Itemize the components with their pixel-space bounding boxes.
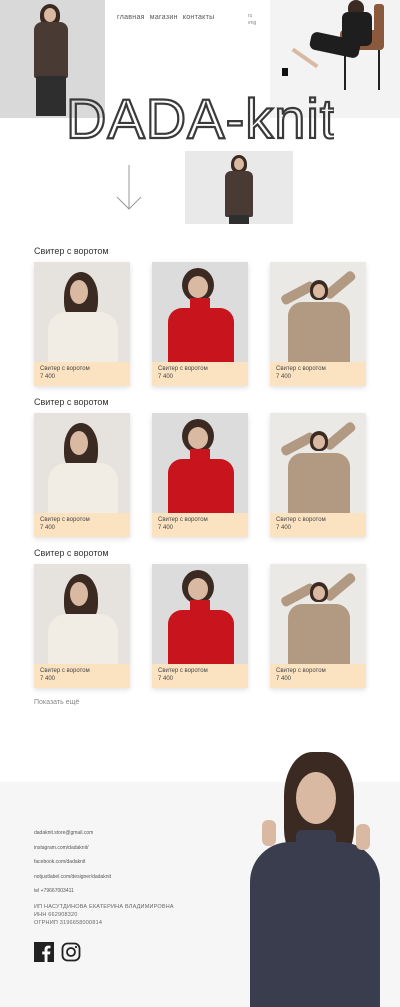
section-title: Свитер с воротом: [34, 246, 109, 256]
section-title: Свитер с воротом: [34, 397, 109, 407]
product-info: Свитер с воротом 7 400: [152, 664, 248, 688]
legal-ogrnip: ОГРНИП 3196658000814: [34, 920, 103, 926]
product-info: Свитер с воротом 7 400: [34, 513, 130, 537]
product-price: 7 400: [40, 525, 56, 531]
section-title: Свитер с воротом: [34, 548, 109, 558]
product-name: Свитер с воротом: [40, 668, 90, 674]
product-card[interactable]: Свитер с воротом 7 400: [270, 262, 366, 386]
product-card[interactable]: Свитер с воротом 7 400: [270, 413, 366, 537]
product-photo: [270, 262, 366, 362]
product-card[interactable]: Свитер с воротом 7 400: [34, 262, 130, 386]
product-photo: [152, 413, 248, 513]
product-photo: [270, 413, 366, 513]
product-info: Свитер с воротом 7 400: [152, 513, 248, 537]
legal-inn: ИНН 662908320: [34, 912, 78, 918]
product-card[interactable]: Свитер с воротом 7 400: [34, 413, 130, 537]
product-info: Свитер с воротом 7 400: [270, 513, 366, 537]
product-card[interactable]: Свитер с воротом 7 400: [270, 564, 366, 688]
contact-email[interactable]: dadaknit.store@gmail.com: [34, 826, 111, 841]
brand-logo: DADA-knit: [65, 86, 334, 150]
product-name: Свитер с воротом: [158, 517, 208, 523]
product-card[interactable]: Свитер с воротом 7 400: [152, 564, 248, 688]
product-card[interactable]: Свитер с воротом 7 400: [152, 413, 248, 537]
product-info: Свитер с воротом 7 400: [152, 362, 248, 386]
product-photo: [152, 564, 248, 664]
lang-eng[interactable]: eng: [248, 20, 256, 27]
language-switch: ru eng: [248, 13, 256, 27]
contact-instagram[interactable]: instagram.com/dadaknit/: [34, 841, 111, 856]
product-name: Свитер с воротом: [158, 366, 208, 372]
facebook-icon[interactable]: [34, 942, 54, 962]
nav-contacts[interactable]: контакты: [183, 14, 215, 21]
product-name: Свитер с воротом: [276, 668, 326, 674]
contact-phone[interactable]: tel +79667003411: [34, 884, 111, 899]
footer-contacts: dadaknit.store@gmail.com instagram.com/d…: [34, 826, 111, 899]
instagram-icon[interactable]: [61, 942, 81, 962]
main-nav: главная магазин контакты: [117, 14, 214, 21]
product-name: Свитер с воротом: [276, 366, 326, 372]
legal-company: ИП НАСУТДИНОВА ЕКАТЕРИНА ВЛАДИМИРОВНА: [34, 904, 174, 910]
product-photo: [270, 564, 366, 664]
footer-legal: ИП НАСУТДИНОВА ЕКАТЕРИНА ВЛАДИМИРОВНА ИН…: [34, 903, 174, 927]
product-price: 7 400: [40, 374, 56, 380]
product-info: Свитер с воротом 7 400: [270, 664, 366, 688]
product-photo: [34, 413, 130, 513]
product-name: Свитер с воротом: [40, 366, 90, 372]
product-info: Свитер с воротом 7 400: [34, 664, 130, 688]
product-price: 7 400: [276, 374, 292, 380]
product-photo: [34, 564, 130, 664]
product-price: 7 400: [276, 525, 292, 531]
hero-photo-center: [185, 151, 293, 224]
product-info: Свитер с воротом 7 400: [34, 362, 130, 386]
contact-notjustlabel[interactable]: notjustlabel.com/designer/dadaknit: [34, 870, 111, 885]
product-card[interactable]: Свитер с воротом 7 400: [34, 564, 130, 688]
product-price: 7 400: [40, 676, 56, 682]
contact-facebook[interactable]: facebook.com/dadaknit: [34, 855, 111, 870]
product-price: 7 400: [276, 676, 292, 682]
lang-ru[interactable]: ru: [248, 13, 256, 20]
product-photo: [152, 262, 248, 362]
product-price: 7 400: [158, 525, 174, 531]
logo-text: DADA-knit: [66, 87, 334, 150]
arrow-down-icon: [116, 165, 142, 210]
footer-model-photo: [240, 750, 390, 1007]
product-info: Свитер с воротом 7 400: [270, 362, 366, 386]
product-photo: [34, 262, 130, 362]
product-name: Свитер с воротом: [276, 517, 326, 523]
product-name: Свитер с воротом: [40, 517, 90, 523]
product-name: Свитер с воротом: [158, 668, 208, 674]
product-price: 7 400: [158, 374, 174, 380]
nav-home[interactable]: главная: [117, 14, 145, 21]
product-price: 7 400: [158, 676, 174, 682]
nav-shop[interactable]: магазин: [150, 14, 178, 21]
show-more-link[interactable]: Показать ещё: [34, 699, 79, 706]
product-card[interactable]: Свитер с воротом 7 400: [152, 262, 248, 386]
